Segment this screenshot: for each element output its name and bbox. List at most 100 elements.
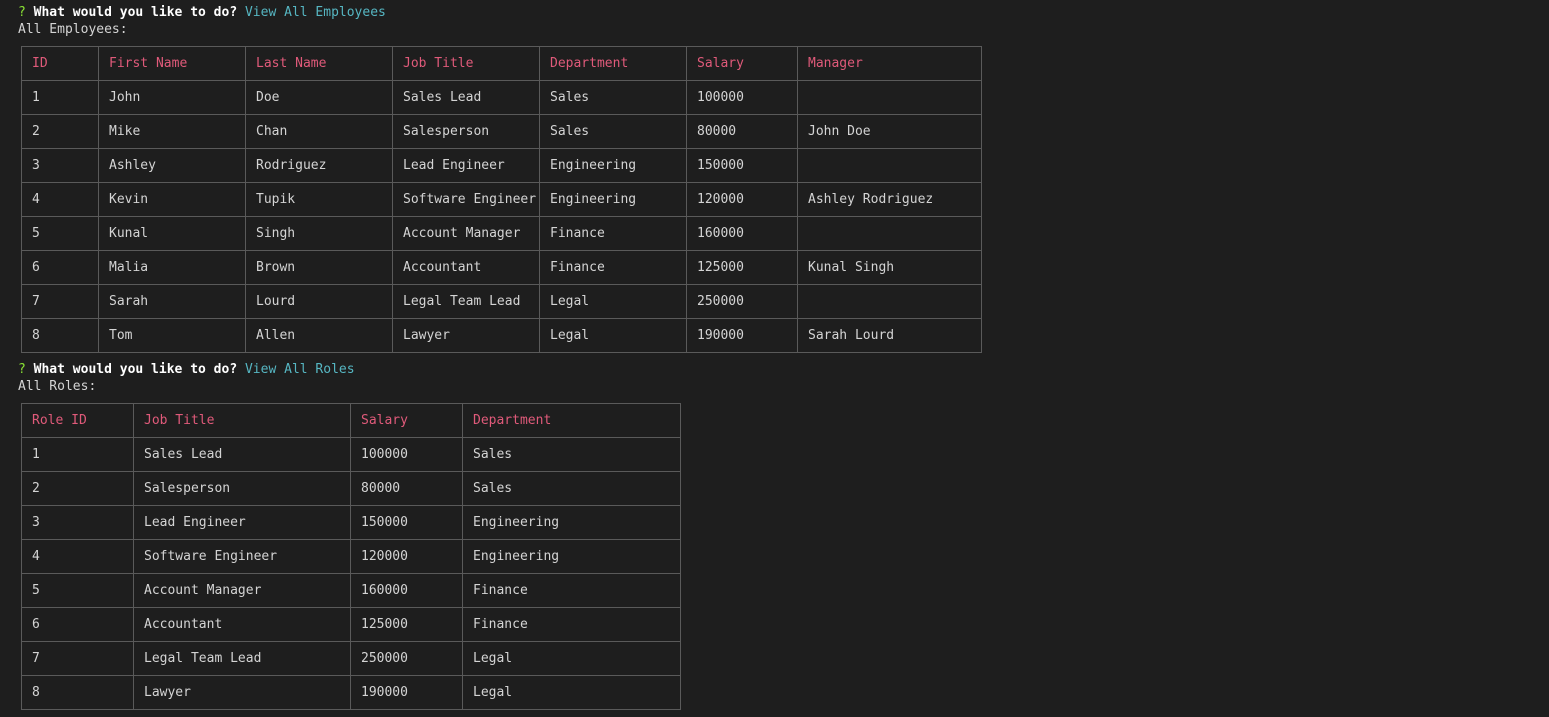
table-cell: 3 (21, 148, 99, 183)
table-cell: 190000 (686, 318, 798, 353)
table-cell: Sales (539, 114, 687, 149)
table-cell: Finance (539, 216, 687, 251)
table-row: 6 Accountant 125000 Finance (21, 607, 681, 642)
table-row: 8 Tom Allen Lawyer Legal 190000 Sarah Lourd (21, 318, 982, 353)
table-cell: Legal (539, 284, 687, 319)
table-row: 4 Software Engineer 120000 Engineering (21, 539, 681, 574)
table-cell: Finance (462, 573, 681, 608)
table-cell: 80000 (686, 114, 798, 149)
table-cell: John (98, 80, 246, 115)
table-row: 2 Mike Chan Salesperson Sales 80000 John Doe (21, 114, 982, 149)
employees-label: All Employees: (18, 22, 128, 37)
table-cell: Software Engineer (133, 539, 351, 574)
table-cell: 160000 (350, 573, 463, 608)
table-cell (797, 148, 982, 183)
table-cell: Legal (539, 318, 687, 353)
table-cell: Sarah Lourd (797, 318, 982, 353)
table-cell: 7 (21, 641, 134, 676)
table-cell: Lawyer (133, 675, 351, 710)
column-header: Department (462, 403, 681, 438)
table-cell: Legal (462, 675, 681, 710)
table-cell: 100000 (686, 80, 798, 115)
table-row: 7 Legal Team Lead 250000 Legal (21, 641, 681, 676)
table-cell: Engineering (462, 505, 681, 540)
table-cell: 190000 (350, 675, 463, 710)
table-row: 4 Kevin Tupik Software Engineer Engineering 1… (21, 182, 982, 217)
table-row: 8 Lawyer 190000 Legal (21, 675, 681, 710)
roles-table-header: Role ID Job Title Salary Department (21, 403, 681, 438)
column-header: Department (539, 46, 687, 81)
roles-table-body: 1 Sales Lead 100000 Sales 2 Salesperson 80000 S… (21, 437, 681, 710)
table-row: 1 Sales Lead 100000 Sales (21, 437, 681, 472)
question-mark-icon: ? (18, 362, 26, 377)
table-cell (797, 284, 982, 319)
table-cell: 8 (21, 318, 99, 353)
table-cell: 4 (21, 539, 134, 574)
table-cell: 8 (21, 675, 134, 710)
table-row: 5 Account Manager 160000 Finance (21, 573, 681, 608)
column-header: Job Title (392, 46, 540, 81)
table-cell: Chan (245, 114, 393, 149)
table-cell: John Doe (797, 114, 982, 149)
table-cell: Mike (98, 114, 246, 149)
table-cell: Accountant (133, 607, 351, 642)
table-cell: Engineering (462, 539, 681, 574)
table-cell: Legal Team Lead (392, 284, 540, 319)
table-row: 5 Kunal Singh Account Manager Finance 160000 (21, 216, 982, 251)
prompt-question: What would you like to do? (33, 362, 238, 377)
table-cell (797, 216, 982, 251)
table-cell: 5 (21, 573, 134, 608)
table-cell: 150000 (686, 148, 798, 183)
table-cell: 150000 (350, 505, 463, 540)
table-cell: 1 (21, 437, 134, 472)
table-cell: Ashley (98, 148, 246, 183)
table-cell: Kevin (98, 182, 246, 217)
table-cell: Account Manager (133, 573, 351, 608)
prompt-line-1: ? What would you like to do? View All Em… (18, 4, 386, 21)
column-header: Job Title (133, 403, 351, 438)
table-cell: Sales (462, 471, 681, 506)
roles-table: Role ID Job Title Salary Department 1 Sales … (21, 403, 681, 710)
table-cell (797, 80, 982, 115)
table-cell: Tom (98, 318, 246, 353)
table-cell: Legal Team Lead (133, 641, 351, 676)
table-cell: Software Engineer (392, 182, 540, 217)
terminal-output: ? What would you like to do? View All Em… (0, 0, 1549, 717)
table-cell: Finance (539, 250, 687, 285)
table-cell: Sales (462, 437, 681, 472)
table-cell: Lourd (245, 284, 393, 319)
table-cell: 100000 (350, 437, 463, 472)
prompt-line-2: ? What would you like to do? View All Ro… (18, 361, 355, 378)
table-cell: Sarah (98, 284, 246, 319)
table-cell: Ashley Rodriguez (797, 182, 982, 217)
table-cell: 1 (21, 80, 99, 115)
table-cell: Lead Engineer (392, 148, 540, 183)
table-cell: Kunal Singh (797, 250, 982, 285)
table-row: 6 Malia Brown Accountant Finance 125000 Kunal … (21, 250, 982, 285)
column-header: Role ID (21, 403, 134, 438)
employees-table-body: 1 John Doe Sales Lead Sales 100000 2 Mike Chan Sa… (21, 80, 982, 353)
table-cell: Allen (245, 318, 393, 353)
prompt-question: What would you like to do? (33, 5, 238, 20)
table-cell: Legal (462, 641, 681, 676)
table-cell: Sales Lead (392, 80, 540, 115)
table-cell: 250000 (350, 641, 463, 676)
table-cell: 3 (21, 505, 134, 540)
table-cell: 250000 (686, 284, 798, 319)
prompt-answer: View All Employees (244, 5, 386, 20)
prompt-answer: View All Roles (244, 362, 355, 377)
table-cell: Account Manager (392, 216, 540, 251)
table-cell: 2 (21, 471, 134, 506)
table-cell: 6 (21, 607, 134, 642)
table-cell: Engineering (539, 148, 687, 183)
column-header: First Name (98, 46, 246, 81)
table-cell: Accountant (392, 250, 540, 285)
table-cell: Singh (245, 216, 393, 251)
table-cell: Brown (245, 250, 393, 285)
table-cell: Tupik (245, 182, 393, 217)
table-cell: 120000 (350, 539, 463, 574)
table-row: 1 John Doe Sales Lead Sales 100000 (21, 80, 982, 115)
table-row: 3 Lead Engineer 150000 Engineering (21, 505, 681, 540)
employees-table: ID First Name Last Name Job Title Department… (21, 46, 982, 353)
column-header: Last Name (245, 46, 393, 81)
